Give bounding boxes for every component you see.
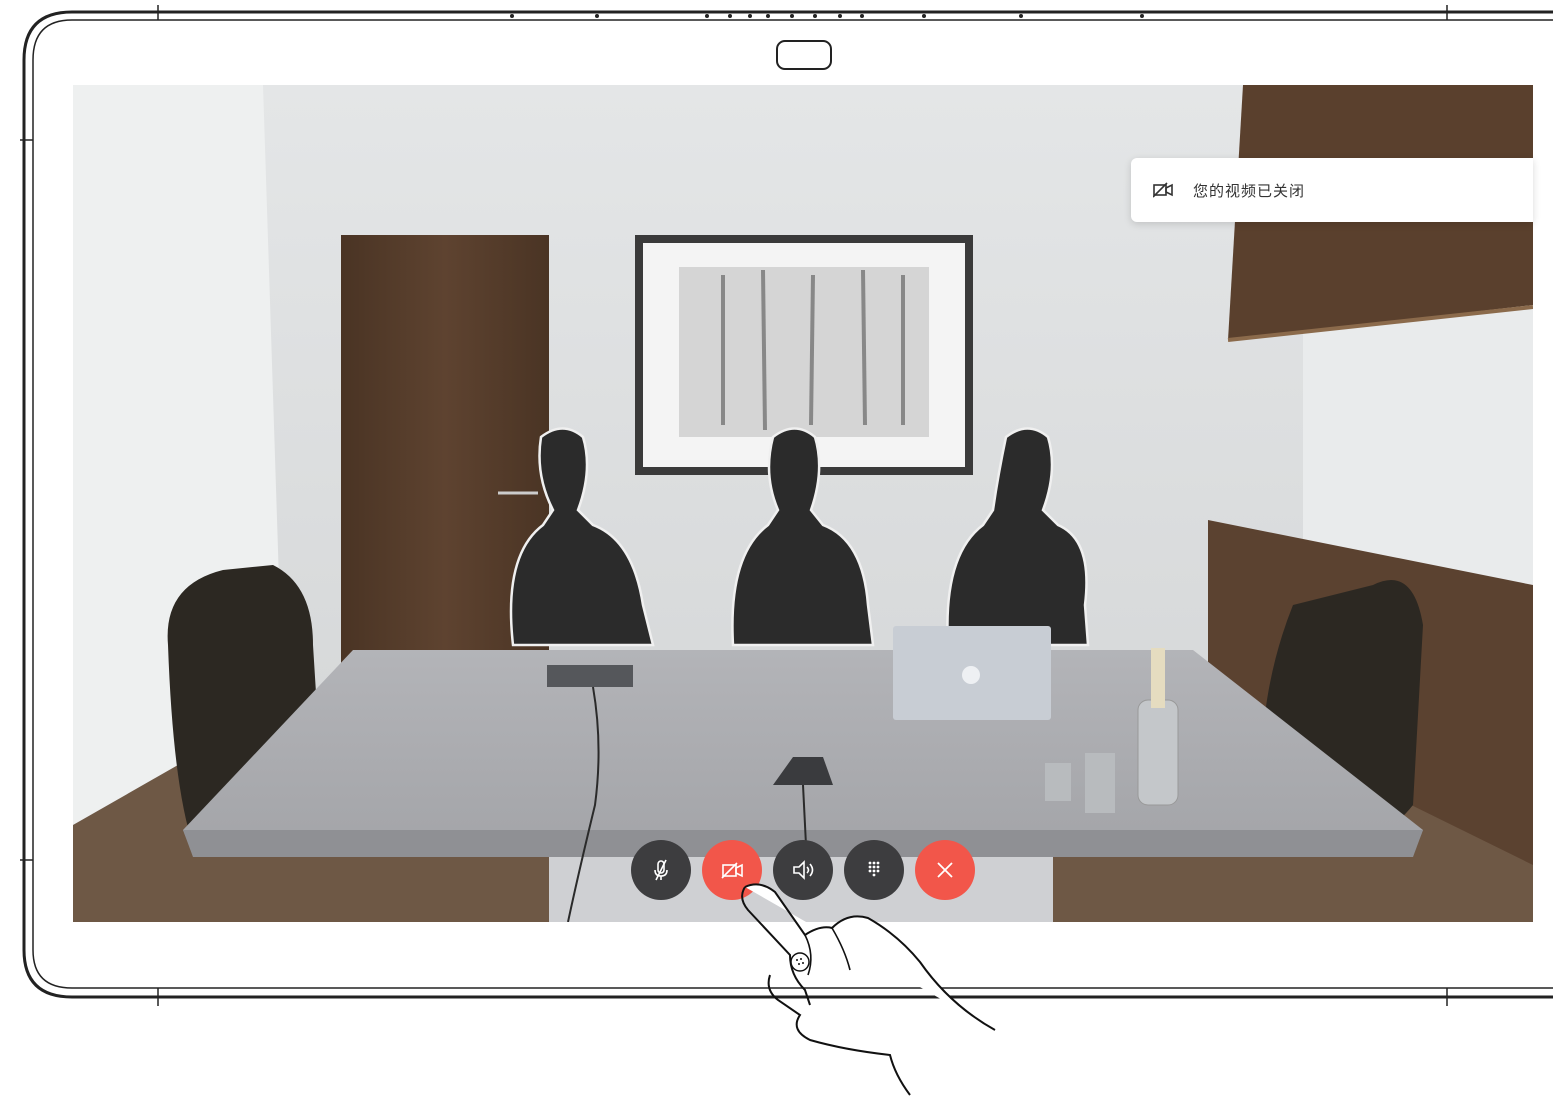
keypad-button[interactable] [844, 840, 904, 900]
speaker-icon [793, 860, 814, 880]
end-call-button[interactable] [915, 840, 975, 900]
video-off-notification: 您的视频已关闭 [1131, 158, 1533, 222]
video-off-icon [1153, 182, 1173, 198]
call-controls-bar [631, 840, 975, 900]
camera-housing [776, 40, 832, 70]
video-toggle-button[interactable] [702, 840, 762, 900]
keypad-icon [868, 861, 880, 877]
volume-button[interactable] [773, 840, 833, 900]
mute-microphone-button[interactable] [631, 840, 691, 900]
close-icon [937, 862, 953, 878]
microphone-muted-icon [654, 859, 668, 881]
video-off-icon [721, 862, 743, 879]
notification-text: 您的视频已关闭 [1193, 181, 1306, 200]
